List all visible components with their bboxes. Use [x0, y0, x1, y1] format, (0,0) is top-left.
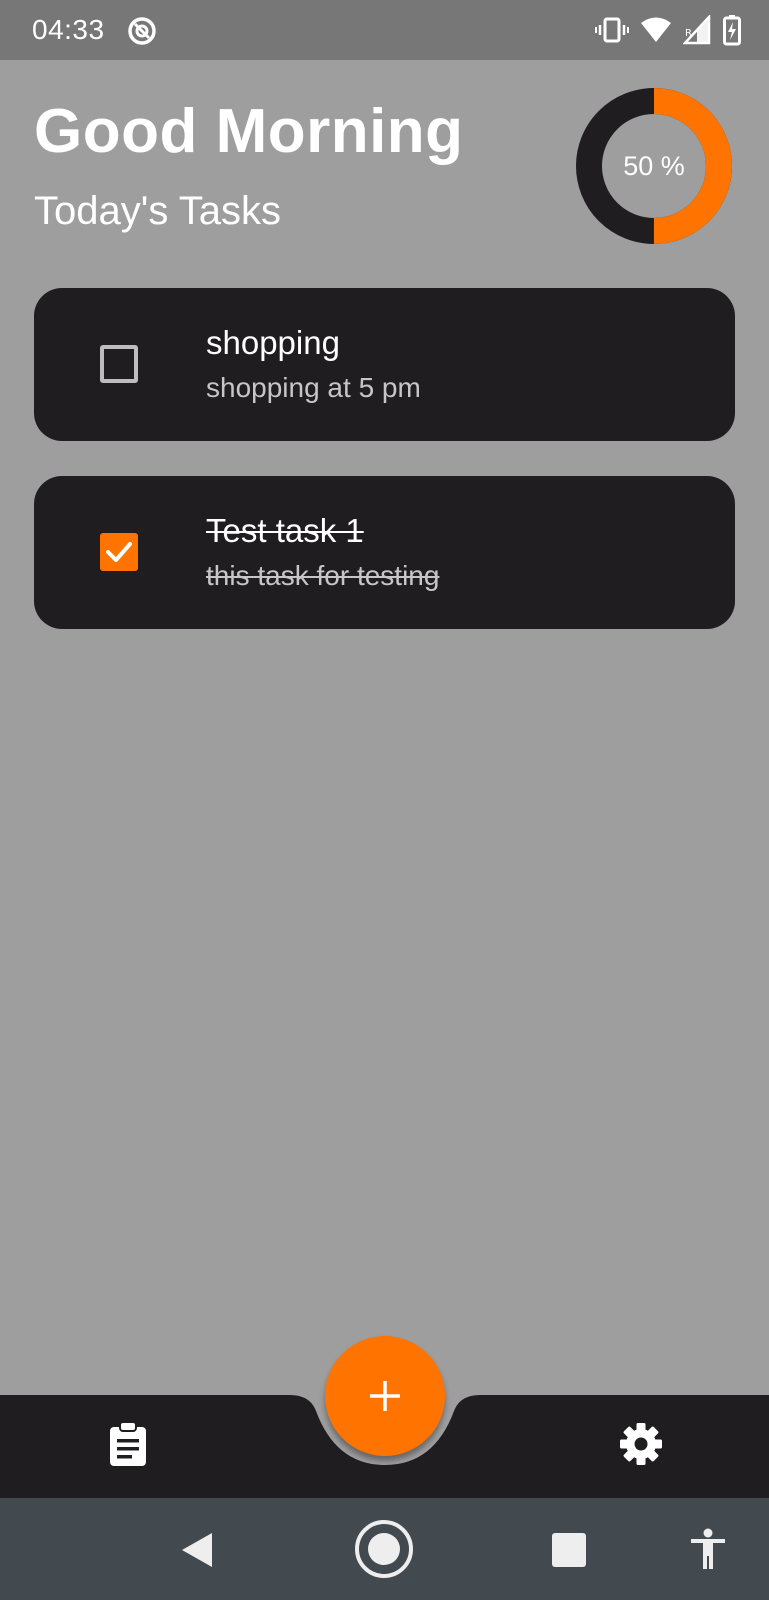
recents-icon[interactable]: [552, 1533, 586, 1567]
task-checkbox[interactable]: [100, 345, 138, 383]
wifi-icon: [641, 17, 671, 42]
home-icon[interactable]: [353, 1518, 415, 1580]
task-card[interactable]: shopping shopping at 5 pm: [34, 288, 735, 441]
greeting-title: Good Morning: [34, 97, 464, 166]
task-description: this task for testing: [206, 560, 440, 591]
clipboard-tasks-icon[interactable]: [104, 1420, 152, 1468]
signal-icon: R: [683, 15, 711, 45]
focus-mode-icon: [128, 17, 156, 45]
battery-charging-icon: [723, 15, 741, 46]
task-title: Test task 1: [206, 512, 364, 549]
accessibility-icon[interactable]: [690, 1528, 726, 1570]
todays-tasks-subtitle: Today's Tasks: [34, 189, 282, 233]
status-time: 04:33: [32, 14, 105, 45]
progress-percent-label: 50 %: [623, 150, 685, 181]
settings-gear-icon[interactable]: [617, 1420, 665, 1468]
task-description: shopping at 5 pm: [206, 372, 421, 403]
status-bar: 04:33 R: [0, 0, 769, 60]
system-nav-bar: [0, 1498, 769, 1600]
add-task-button[interactable]: [325, 1336, 445, 1456]
task-title: shopping: [206, 324, 340, 361]
svg-text:R: R: [685, 28, 692, 39]
back-icon[interactable]: [180, 1531, 214, 1569]
plus-icon: [370, 1381, 400, 1411]
task-card[interactable]: Test task 1 this task for testing: [34, 476, 735, 629]
vibrate-icon: [595, 17, 629, 43]
checkmark-icon: [106, 542, 132, 562]
task-checkbox-checked[interactable]: [100, 533, 138, 571]
status-icons: R: [595, 14, 741, 46]
